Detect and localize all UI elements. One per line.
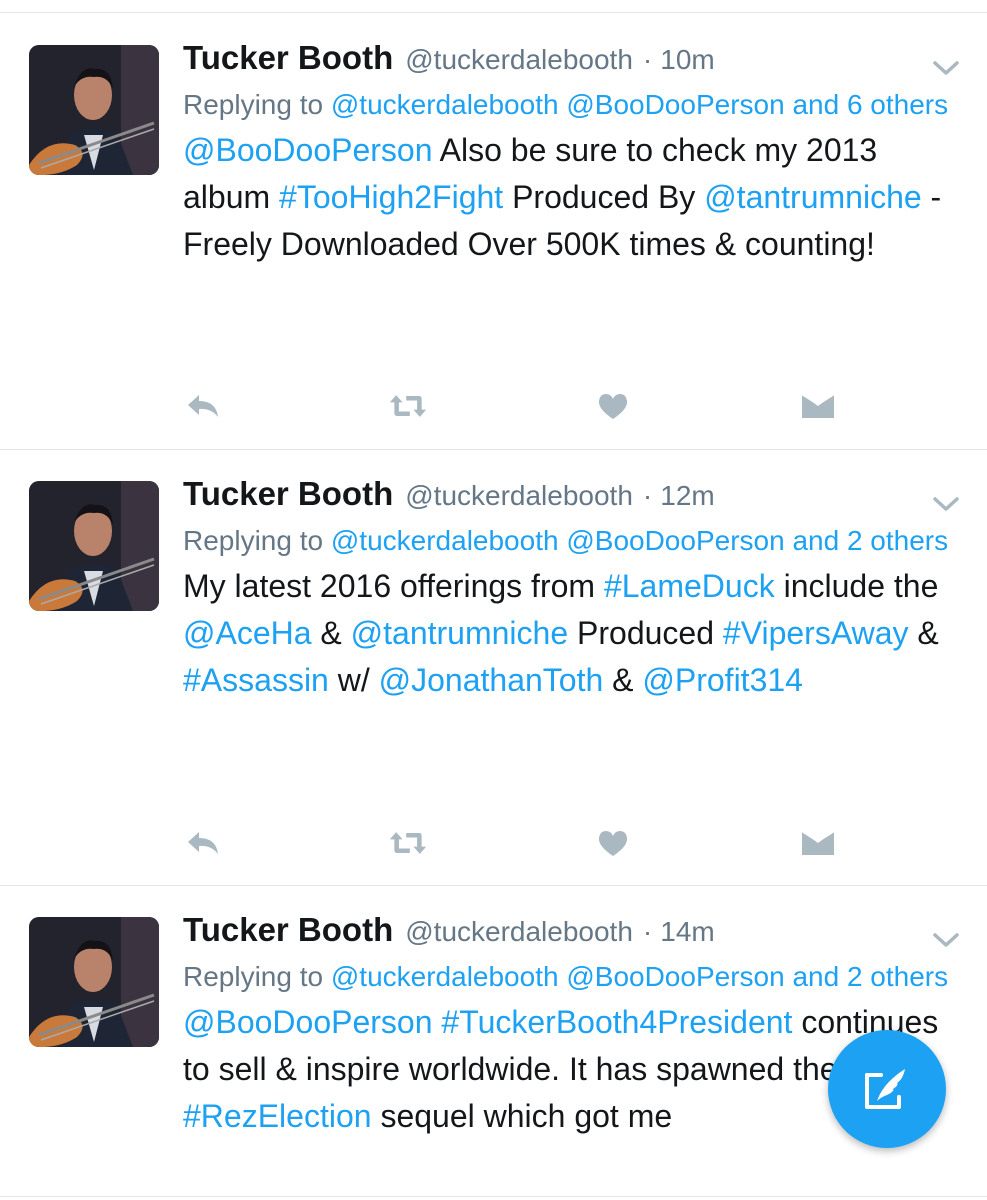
direct-message-button[interactable] [798,823,838,863]
chevron-down-icon[interactable] [932,58,960,78]
mention-link[interactable]: @tantrumniche [704,179,921,215]
heart-icon [598,394,628,419]
reply-mention-link[interactable]: @BooDooPerson [566,525,784,556]
tweet-header: Tucker Booth @tuckerdalebooth · 14m [183,911,963,955]
tweet-header: Tucker Booth @tuckerdalebooth · 12m [183,475,963,519]
reply-mention-link[interactable]: @tuckerdalebooth [331,525,559,556]
author-name[interactable]: Tucker Booth [183,911,393,949]
like-button[interactable] [593,386,633,426]
tweet-text: @BooDooPerson Also be sure to check my 2… [183,127,963,268]
avatar[interactable] [29,481,159,611]
retweet-button[interactable] [388,823,428,863]
tweet-text-segment: sequel which got me [371,1098,673,1134]
reply-mention-link[interactable]: @tuckerdalebooth [331,961,559,992]
avatar[interactable] [29,917,159,1047]
heart-icon [598,831,628,856]
replying-to-line: Replying to @tuckerdalebooth @BooDooPers… [183,520,963,561]
author-handle[interactable]: @tuckerdalebooth [405,44,633,76]
mention-link[interactable]: @BooDooPerson [183,132,433,168]
reply-icon [188,832,218,854]
bottom-divider [0,1196,987,1197]
hashtag-link[interactable]: #VipersAway [723,615,909,651]
tweet-header: Tucker Booth @tuckerdalebooth · 10m [183,39,963,83]
tweet-content: Tucker Booth @tuckerdalebooth · 12m Repl… [183,475,963,704]
reply-mention-link[interactable]: @BooDooPerson [566,961,784,992]
reply-others-link[interactable]: and 6 others [792,89,948,120]
timestamp[interactable]: 12m [660,480,714,512]
retweet-icon [389,832,427,854]
author-handle[interactable]: @tuckerdalebooth [405,480,633,512]
chevron-down-icon[interactable] [932,930,960,950]
reply-mention-link[interactable]: @BooDooPerson [566,89,784,120]
tweet-actions [183,386,843,426]
retweet-button[interactable] [388,386,428,426]
mention-link[interactable]: @tantrumniche [351,615,568,651]
hashtag-link[interactable]: #TooHigh2Fight [279,179,503,215]
mention-link[interactable]: @Profit314 [642,662,803,698]
separator-dot: · [642,44,653,75]
direct-message-button[interactable] [798,386,838,426]
timestamp[interactable]: 14m [660,916,714,948]
compose-tweet-button[interactable] [828,1030,946,1148]
envelope-icon [801,829,835,855]
replying-to-line: Replying to @tuckerdalebooth @BooDooPers… [183,956,963,997]
author-name[interactable]: Tucker Booth [183,39,393,77]
compose-tweet-icon [865,1069,905,1109]
tweet-text-segment: & [311,615,351,651]
reply-others-link[interactable]: and 2 others [792,525,948,556]
chevron-down-icon[interactable] [932,494,960,514]
timestamp[interactable]: 10m [660,44,714,76]
reply-button[interactable] [183,823,223,863]
replying-to-label: Replying to [183,89,331,120]
tweet-3[interactable]: Tucker Booth @tuckerdalebooth · 14m Repl… [0,886,987,1200]
mention-link[interactable]: @BooDooPerson [183,1004,433,1040]
tweet-text: My latest 2016 offerings from #LameDuck … [183,563,963,704]
separator-dot: · [642,916,653,947]
hashtag-link[interactable]: #LameDuck [604,568,775,604]
tweet-text-segment: Produced [568,615,723,651]
reply-icon [188,395,218,417]
separator-dot: · [642,480,653,511]
like-button[interactable] [593,823,633,863]
hashtag-link[interactable]: #Assassin [183,662,329,698]
reply-button[interactable] [183,386,223,426]
tweet-2[interactable]: Tucker Booth @tuckerdalebooth · 12m Repl… [0,450,987,886]
hashtag-link[interactable]: #TuckerBooth4President [441,1004,792,1040]
tweet-text-segment: My latest 2016 offerings from [183,568,604,604]
tweet-text-segment: & [908,615,939,651]
replying-to-label: Replying to [183,961,331,992]
avatar[interactable] [29,45,159,175]
hashtag-link[interactable]: #RezElection [183,1098,372,1134]
mention-link[interactable]: @AceHa [183,615,312,651]
replying-to-label: Replying to [183,525,331,556]
author-handle[interactable]: @tuckerdalebooth [405,916,633,948]
tweet-text-segment: w/ [328,662,379,698]
reply-mention-link[interactable]: @tuckerdalebooth [331,89,559,120]
tweet-content: Tucker Booth @tuckerdalebooth · 10m Repl… [183,39,963,268]
envelope-icon [801,392,835,418]
replying-to-line: Replying to @tuckerdalebooth @BooDooPers… [183,84,963,125]
tweet-text-segment: & [603,662,643,698]
tweet-actions [183,823,843,863]
mention-link[interactable]: @JonathanToth [379,662,604,698]
tweet-text-segment: include the [774,568,939,604]
tweet-1[interactable]: Tucker Booth @tuckerdalebooth · 10m Repl… [0,13,987,450]
tweet-text-segment: Produced By [503,179,705,215]
retweet-icon [389,395,427,417]
author-name[interactable]: Tucker Booth [183,475,393,513]
reply-others-link[interactable]: and 2 others [792,961,948,992]
